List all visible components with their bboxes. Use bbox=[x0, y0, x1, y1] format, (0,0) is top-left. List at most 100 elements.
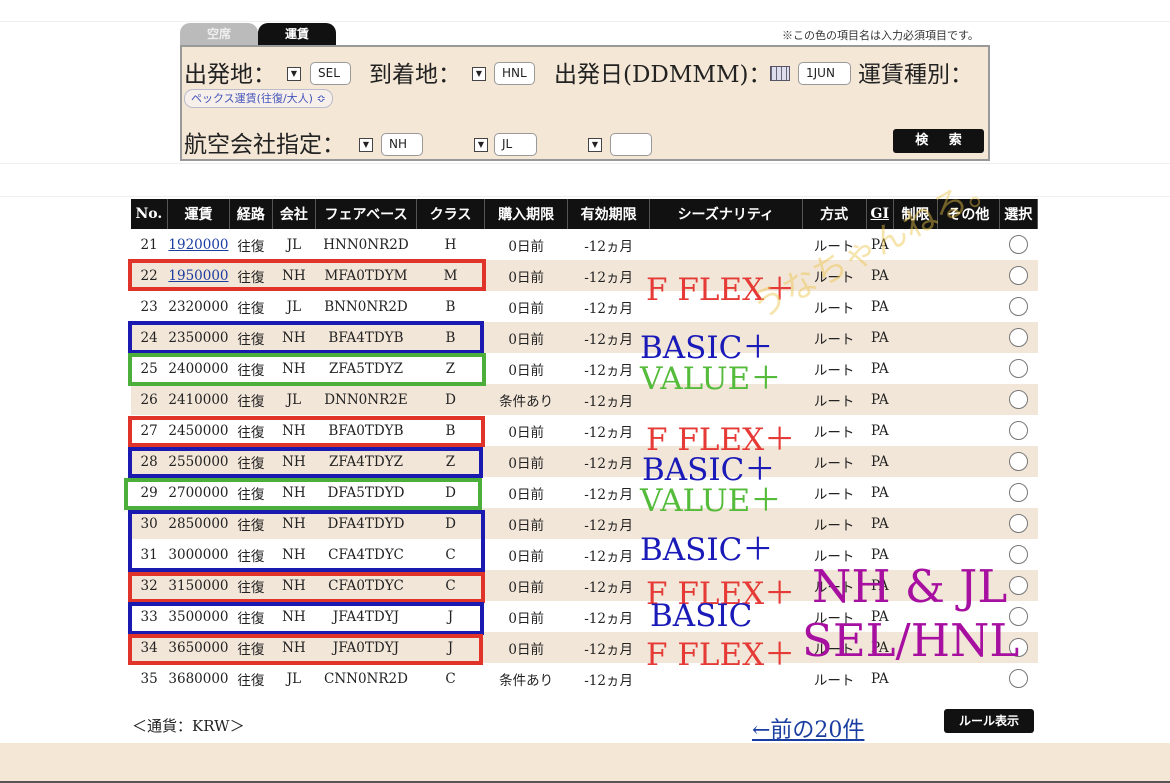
cell-class: Z bbox=[416, 446, 485, 477]
cell-carrier: NH bbox=[272, 446, 316, 477]
airline3-input[interactable] bbox=[610, 133, 652, 156]
currency-label: ＜通貨：KRW＞ bbox=[132, 717, 245, 735]
col-no: No. bbox=[131, 199, 168, 229]
select-radio[interactable] bbox=[1008, 607, 1028, 626]
cell-carrier: NH bbox=[272, 570, 316, 601]
destination-input[interactable]: HNL bbox=[494, 62, 535, 85]
table-row: 35 3680000 往復 JL CNN0NR2D C 条件あり -12ヵ月 ルート PA bbox=[131, 663, 1038, 694]
cell-method: ルート bbox=[802, 663, 867, 694]
col-other: その他 bbox=[937, 199, 1000, 229]
airline2-input[interactable]: JL bbox=[494, 133, 537, 156]
cell-class: C bbox=[416, 570, 485, 601]
select-radio[interactable] bbox=[1008, 638, 1028, 657]
cell-purchase: 0日前 bbox=[484, 477, 568, 508]
cell-select bbox=[999, 477, 1038, 508]
airline2-dropdown-icon[interactable]: ▼ bbox=[474, 138, 488, 152]
destination-dropdown-icon[interactable]: ▼ bbox=[472, 67, 486, 81]
select-radio[interactable] bbox=[1008, 297, 1028, 316]
select-radio[interactable] bbox=[1008, 421, 1028, 440]
cell-method: ルート bbox=[802, 570, 867, 601]
airline3-dropdown-icon[interactable]: ▼ bbox=[588, 138, 602, 152]
cell-other bbox=[937, 291, 999, 322]
cell-fare: 2350000 bbox=[167, 322, 230, 353]
fare-type-select[interactable]: ペックス運賃(往復/大人) ≎ bbox=[184, 89, 333, 108]
airline1-dropdown-icon[interactable]: ▼ bbox=[359, 138, 373, 152]
tab-fare[interactable]: 運賃 bbox=[258, 23, 336, 45]
select-radio[interactable] bbox=[1008, 545, 1028, 564]
destination-label: 到着地： bbox=[369, 62, 461, 88]
rule-display-button[interactable]: ルール表示 bbox=[944, 709, 1034, 733]
col-gi[interactable]: GI bbox=[866, 199, 894, 229]
origin-dropdown-icon[interactable]: ▼ bbox=[287, 67, 301, 81]
select-radio[interactable] bbox=[1008, 514, 1028, 533]
cell-validity: -12ヵ月 bbox=[567, 415, 650, 446]
cell-class: B bbox=[416, 291, 485, 322]
cell-fare: 2450000 bbox=[167, 415, 230, 446]
cell-seas bbox=[649, 539, 803, 570]
cell-no: 27 bbox=[131, 415, 168, 446]
cell-fare: 3680000 bbox=[167, 663, 230, 694]
departure-date-label: 出発日(DDMMM)： bbox=[554, 62, 772, 88]
cell-select bbox=[999, 663, 1038, 694]
cell-fare-basis: BFA4TDYB bbox=[315, 322, 417, 353]
cell-restrict bbox=[893, 477, 938, 508]
search-button[interactable]: 検 索 bbox=[893, 129, 984, 153]
cell-no: 31 bbox=[131, 539, 168, 570]
cell-seas bbox=[649, 384, 803, 415]
fare-link[interactable]: 1950000 bbox=[168, 268, 228, 284]
select-radio[interactable] bbox=[1008, 359, 1028, 378]
cell-seas bbox=[649, 601, 803, 632]
divider bbox=[0, 196, 1170, 197]
fare-link[interactable]: 1920000 bbox=[168, 237, 228, 253]
cell-seas bbox=[649, 260, 803, 291]
cell-select bbox=[999, 508, 1038, 539]
cell-method: ルート bbox=[802, 601, 867, 632]
select-radio[interactable] bbox=[1008, 235, 1028, 254]
select-radio[interactable] bbox=[1008, 266, 1028, 285]
cell-validity: -12ヵ月 bbox=[567, 570, 650, 601]
cell-other bbox=[937, 353, 999, 384]
select-radio[interactable] bbox=[1008, 576, 1028, 595]
cell-no: 35 bbox=[131, 663, 168, 694]
select-radio[interactable] bbox=[1008, 483, 1028, 502]
cell-carrier: NH bbox=[272, 477, 316, 508]
departure-date-input[interactable]: 1JUN bbox=[798, 62, 851, 85]
previous-page-link[interactable]: ←前の20件 bbox=[752, 712, 864, 744]
cell-validity: -12ヵ月 bbox=[567, 663, 650, 694]
table-row: 23 2320000 往復 JL BNN0NR2D B 0日前 -12ヵ月 ルート PA bbox=[131, 291, 1038, 322]
cell-no: 33 bbox=[131, 601, 168, 632]
select-radio[interactable] bbox=[1008, 452, 1028, 471]
cell-gi: PA bbox=[866, 322, 894, 353]
tab-availability[interactable]: 空席 bbox=[180, 23, 258, 45]
table-row: 27 2450000 往復 NH BFA0TDYB B 0日前 -12ヵ月 ルート PA bbox=[131, 415, 1038, 446]
cell-select bbox=[999, 322, 1038, 353]
required-field-note: ※この色の項目名は入力必須項目です。 bbox=[782, 29, 979, 42]
select-radio[interactable] bbox=[1008, 390, 1028, 409]
airline1-input[interactable]: NH bbox=[381, 133, 423, 156]
cell-fare: 2410000 bbox=[167, 384, 230, 415]
cell-seas bbox=[649, 477, 803, 508]
cell-carrier: NH bbox=[272, 632, 316, 663]
select-radio[interactable] bbox=[1008, 328, 1028, 347]
cell-class: D bbox=[416, 508, 485, 539]
cell-route: 往復 bbox=[229, 291, 273, 322]
origin-input[interactable]: SEL bbox=[310, 62, 351, 85]
cell-restrict bbox=[893, 229, 938, 260]
cell-fare-basis: ZFA4TDYZ bbox=[315, 446, 417, 477]
cell-seas bbox=[649, 291, 803, 322]
select-radio[interactable] bbox=[1008, 669, 1028, 688]
cell-other bbox=[937, 322, 999, 353]
cell-route: 往復 bbox=[229, 539, 273, 570]
cell-purchase: 0日前 bbox=[484, 446, 568, 477]
cell-purchase: 0日前 bbox=[484, 539, 568, 570]
col-carrier: 会社 bbox=[272, 199, 317, 229]
top-divider bbox=[0, 0, 1170, 22]
cell-route: 往復 bbox=[229, 229, 273, 260]
cell-purchase: 0日前 bbox=[484, 322, 568, 353]
cell-validity: -12ヵ月 bbox=[567, 477, 650, 508]
cell-select bbox=[999, 539, 1038, 570]
table-row: 32 3150000 往復 NH CFA0TDYC C 0日前 -12ヵ月 ルート PA bbox=[131, 570, 1038, 601]
cell-other bbox=[937, 477, 999, 508]
cell-fare: 2320000 bbox=[167, 291, 230, 322]
calendar-icon[interactable] bbox=[770, 66, 790, 81]
